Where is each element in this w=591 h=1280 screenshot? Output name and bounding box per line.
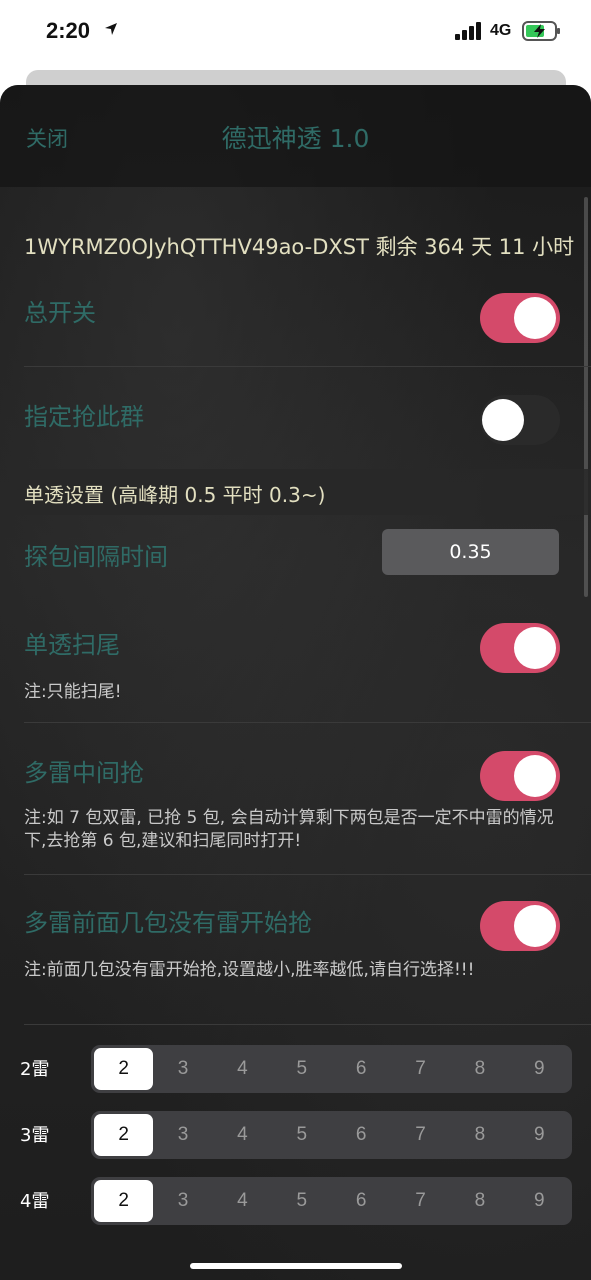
status-time: 2:20 (46, 18, 91, 43)
segment-option[interactable]: 9 (510, 1180, 569, 1222)
page-title: 德迅神透 1.0 (221, 124, 370, 153)
segment-option[interactable]: 6 (332, 1048, 391, 1090)
segment-option[interactable]: 5 (272, 1048, 331, 1090)
divider (24, 366, 591, 367)
master-switch-label: 总开关 (24, 299, 96, 327)
signal-bars-icon (455, 22, 481, 40)
network-type: 4G (490, 22, 512, 39)
multi-front-toggle[interactable] (480, 901, 560, 951)
nav-bar: 关闭 德迅神透 1.0 (0, 85, 591, 187)
segment-option[interactable]: 9 (510, 1048, 569, 1090)
settings-sheet: 关闭 德迅神透 1.0 1WYRMZ0OJyhQTTHV49ao-DXST 剩余… (0, 85, 591, 1280)
divider (24, 722, 591, 723)
segment-option[interactable]: 2 (94, 1180, 154, 1222)
multi-front-note: 注:前面几包没有雷开始抢,设置越小,胜率越低,请自行选择!!! (24, 960, 475, 980)
segment-option[interactable]: 7 (391, 1180, 450, 1222)
segment-control-4: 2 3 4 5 6 7 8 9 (91, 1177, 572, 1225)
segment-label-4: 4雷 (20, 1191, 50, 1212)
segment-option[interactable]: 4 (213, 1048, 272, 1090)
segment-option[interactable]: 8 (450, 1048, 509, 1090)
segment-option[interactable]: 3 (153, 1048, 212, 1090)
segment-option[interactable]: 5 (272, 1180, 331, 1222)
segment-option[interactable]: 3 (153, 1180, 212, 1222)
divider (24, 874, 591, 875)
segment-option[interactable]: 8 (450, 1114, 509, 1156)
segment-option[interactable]: 7 (391, 1048, 450, 1090)
toggle-knob (514, 905, 556, 947)
segment-option[interactable]: 8 (450, 1180, 509, 1222)
multi-front-label: 多雷前面几包没有雷开始抢 (24, 909, 312, 937)
target-group-toggle[interactable] (480, 395, 560, 445)
master-switch-toggle[interactable] (480, 293, 560, 343)
segment-option[interactable]: 6 (332, 1180, 391, 1222)
home-indicator[interactable] (190, 1263, 402, 1269)
segment-label-3: 3雷 (20, 1125, 50, 1146)
sweep-tail-toggle[interactable] (480, 623, 560, 673)
segment-option[interactable]: 9 (510, 1114, 569, 1156)
segment-option[interactable]: 2 (94, 1114, 154, 1156)
multi-mid-toggle[interactable] (480, 751, 560, 801)
segment-option[interactable]: 6 (332, 1114, 391, 1156)
toggle-knob (514, 627, 556, 669)
segment-control-2: 2 3 4 5 6 7 8 9 (91, 1045, 572, 1093)
divider (24, 1024, 591, 1025)
segment-option[interactable]: 4 (213, 1180, 272, 1222)
target-group-label: 指定抢此群 (24, 403, 144, 431)
sweep-tail-note: 注:只能扫尾! (24, 682, 122, 702)
section-header-text: 单透设置 (高峰期 0.5 平时 0.3~) (24, 483, 326, 507)
segment-option[interactable]: 3 (153, 1114, 212, 1156)
multi-mid-label: 多雷中间抢 (24, 759, 144, 787)
interval-input[interactable] (382, 529, 559, 575)
status-bar: 2:20 4G (0, 0, 591, 64)
segment-option[interactable]: 4 (213, 1114, 272, 1156)
segment-control-3: 2 3 4 5 6 7 8 9 (91, 1111, 572, 1159)
location-arrow-icon (105, 23, 117, 35)
segment-option[interactable]: 7 (391, 1114, 450, 1156)
multi-mid-note: 注:如 7 包双雷, 已抢 5 包, 会自动计算剩下两包是否一定不中雷的情况下,… (24, 808, 554, 851)
segment-option[interactable]: 2 (94, 1048, 154, 1090)
toggle-knob (514, 297, 556, 339)
section-header: 单透设置 (高峰期 0.5 平时 0.3~) (0, 469, 591, 515)
segment-label-2: 2雷 (20, 1059, 50, 1080)
license-info: 1WYRMZ0OJyhQTTHV49ao-DXST 剩余 364 天 11 小时 (24, 235, 575, 259)
interval-label: 探包间隔时间 (24, 543, 168, 571)
toggle-knob (514, 755, 556, 797)
segment-option[interactable]: 5 (272, 1114, 331, 1156)
battery-charging-icon (522, 21, 560, 41)
toggle-knob (482, 399, 524, 441)
sweep-tail-label: 单透扫尾 (24, 631, 120, 659)
